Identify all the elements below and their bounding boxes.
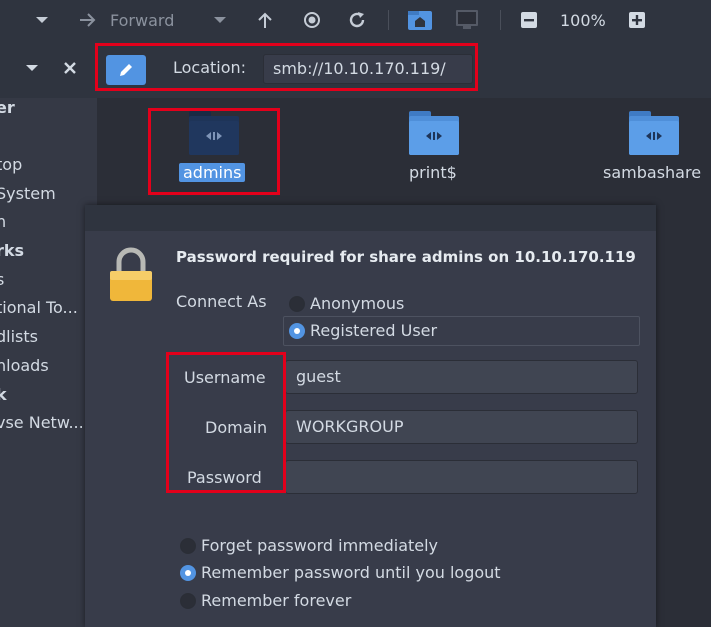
sidebar-item-bookmark-1[interactable]: s xyxy=(0,270,4,289)
sidebar-item-browse-network[interactable]: vse Netw... xyxy=(0,413,84,432)
highlight-admins xyxy=(148,108,280,195)
toolbar: Forward 100% xyxy=(0,0,711,40)
folder-label-print: print$ xyxy=(409,163,457,182)
sidebar-item-wordlists[interactable]: dlists xyxy=(0,327,38,346)
sidebar-dropdown-icon[interactable] xyxy=(22,50,42,86)
radio-anonymous[interactable] xyxy=(289,296,305,312)
highlight-credentials xyxy=(166,352,286,493)
sidebar-heading-network: k xyxy=(0,385,7,404)
stop-icon[interactable] xyxy=(299,0,325,40)
option-anonymous-label[interactable]: Anonymous xyxy=(310,294,404,313)
folder-label-sambashare: sambashare xyxy=(603,163,702,182)
lock-icon xyxy=(108,246,154,308)
password-field[interactable] xyxy=(285,460,638,494)
sidebar-item-trash[interactable]: n xyxy=(0,212,6,231)
back-dropdown-icon[interactable] xyxy=(30,0,54,40)
network-share-icon xyxy=(629,111,679,155)
sidebar-item-additional-tools[interactable]: tional To... xyxy=(0,298,78,317)
sidebar: er top System n rks s tional To... dlist… xyxy=(0,98,97,627)
sidebar-item-file-system[interactable]: System xyxy=(0,184,56,203)
username-field[interactable]: guest xyxy=(285,360,638,394)
sidebar-item-desktop[interactable]: top xyxy=(0,155,22,174)
up-arrow-icon[interactable] xyxy=(252,0,278,40)
radio-forget-password[interactable] xyxy=(180,538,196,554)
highlight-location xyxy=(95,43,478,91)
network-share-icon xyxy=(409,111,459,155)
option-registered-label[interactable]: Registered User xyxy=(310,321,437,340)
forward-dropdown-icon[interactable] xyxy=(208,0,232,40)
forward-label: Forward xyxy=(110,10,175,30)
toolbar-separator xyxy=(500,10,501,30)
sidebar-item-downloads[interactable]: nloads xyxy=(0,356,49,375)
radio-remember-forever[interactable] xyxy=(180,593,196,609)
computer-icon[interactable] xyxy=(452,0,482,40)
sidebar-heading-computer: er xyxy=(0,98,15,117)
zoom-level[interactable]: 100% xyxy=(560,0,606,40)
reload-icon[interactable] xyxy=(344,0,370,40)
zoom-level-label: 100% xyxy=(560,10,606,30)
toolbar-separator xyxy=(388,10,389,30)
sidebar-heading-bookmarks: rks xyxy=(0,241,25,260)
home-folder-icon[interactable] xyxy=(405,0,435,40)
folder-sambashare[interactable] xyxy=(628,109,680,161)
zoom-in-icon[interactable] xyxy=(627,0,647,40)
connect-as-label: Connect As xyxy=(176,292,267,311)
forward-arrow-icon[interactable] xyxy=(74,0,102,40)
radio-registered-user[interactable] xyxy=(289,323,305,339)
forward-button[interactable]: Forward xyxy=(110,0,174,40)
folder-print[interactable] xyxy=(408,109,460,161)
option-remember-logout-label[interactable]: Remember password until you logout xyxy=(201,563,501,582)
radio-remember-until-logout[interactable] xyxy=(180,565,196,581)
domain-field[interactable]: WORKGROUP xyxy=(285,410,638,444)
zoom-out-icon[interactable] xyxy=(519,0,539,40)
dialog-title: Password required for share admins on 10… xyxy=(176,248,636,266)
option-remember-forever-label[interactable]: Remember forever xyxy=(201,591,351,610)
dialog-titlebar xyxy=(85,205,656,231)
option-forget-label[interactable]: Forget password immediately xyxy=(201,536,438,555)
sidebar-header xyxy=(0,40,97,98)
close-sidebar-icon[interactable] xyxy=(60,50,80,86)
